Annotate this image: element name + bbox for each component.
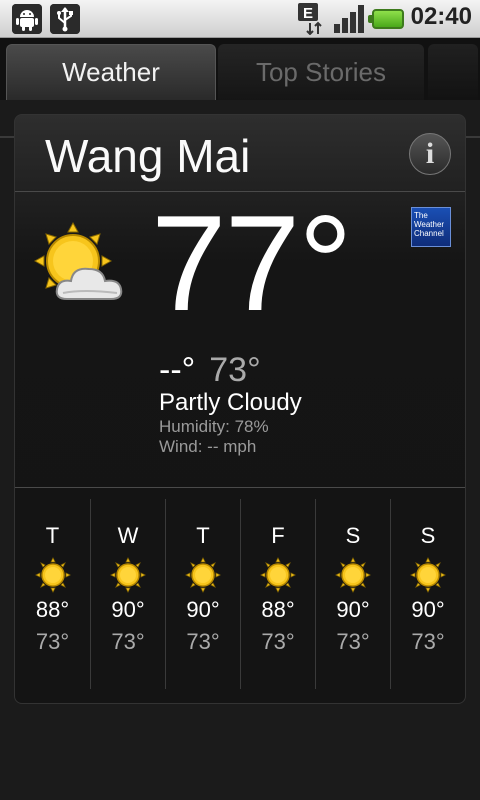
weather-card: Wang Mai i 77° The Weather Channel --° 7… <box>14 114 466 704</box>
info-icon: i <box>425 137 435 170</box>
forecast-strip: T 88° 73° W 90° 73° T 90° 73° F 88° 73° … <box>15 499 465 689</box>
forecast-day-name: W <box>117 523 139 548</box>
android-debug-icon <box>12 4 42 34</box>
partly-cloudy-icon <box>33 219 133 311</box>
status-bar: E 02:40 <box>0 0 480 38</box>
forecast-high: 88° <box>35 597 70 622</box>
forecast-low: 73° <box>35 629 70 654</box>
forecast-day-name: F <box>271 523 285 548</box>
sunny-icon <box>110 557 146 593</box>
sunny-icon <box>260 557 296 593</box>
forecast-high: 90° <box>111 597 145 622</box>
forecast-day[interactable]: S 90° 73° <box>315 499 390 689</box>
forecast-high: 88° <box>261 597 295 622</box>
forecast-low: 73° <box>336 629 370 654</box>
today-high: --° <box>159 351 196 389</box>
tab-top-stories[interactable]: Top Stories <box>218 44 424 100</box>
wind-text: Wind: -- mph <box>159 437 257 456</box>
forecast-day[interactable]: F 88° 73° <box>240 499 315 689</box>
today-low: 73° <box>209 351 261 389</box>
forecast-high: 90° <box>411 597 445 622</box>
forecast-low: 73° <box>186 629 220 654</box>
forecast-low: 73° <box>261 629 295 654</box>
sunny-icon <box>410 557 446 593</box>
forecast-day-name: S <box>420 523 436 548</box>
high-low: --° 73° <box>159 351 261 390</box>
tab-weather[interactable]: Weather <box>6 44 216 100</box>
edge-data-icon: E <box>296 3 326 36</box>
clock: 02:40 <box>410 3 472 30</box>
forecast-day[interactable]: T 90° 73° <box>165 499 240 689</box>
divider <box>15 487 465 488</box>
tab-bar: Weather Top Stories <box>0 38 480 138</box>
forecast-high: 90° <box>336 597 370 622</box>
forecast-high: 90° <box>186 597 220 622</box>
forecast-day[interactable]: W 90° 73° <box>90 499 165 689</box>
forecast-low: 73° <box>111 629 145 654</box>
city-name: Wang Mai <box>45 130 251 182</box>
battery-icon <box>368 9 404 29</box>
info-button[interactable]: i <box>409 133 451 175</box>
sunny-icon <box>185 557 221 593</box>
signal-icon <box>333 4 366 34</box>
forecast-day[interactable]: T 88° 73° <box>15 499 90 689</box>
weather-channel-logo[interactable]: The Weather Channel <box>411 207 451 247</box>
usb-icon <box>50 4 80 34</box>
tab-more[interactable] <box>428 44 478 100</box>
forecast-day-name: T <box>196 523 210 548</box>
condition-text: Partly Cloudy <box>159 389 302 416</box>
forecast-day[interactable]: S 90° 73° <box>390 499 465 689</box>
humidity-text: Humidity: 78% <box>159 417 269 436</box>
forecast-low: 73° <box>411 629 445 654</box>
current-temperature: 77° <box>151 187 353 339</box>
forecast-day-name: S <box>345 523 361 548</box>
sunny-icon <box>34 557 71 593</box>
svg-text:E: E <box>303 5 313 22</box>
sunny-icon <box>335 557 371 593</box>
forecast-day-name: T <box>45 523 60 548</box>
